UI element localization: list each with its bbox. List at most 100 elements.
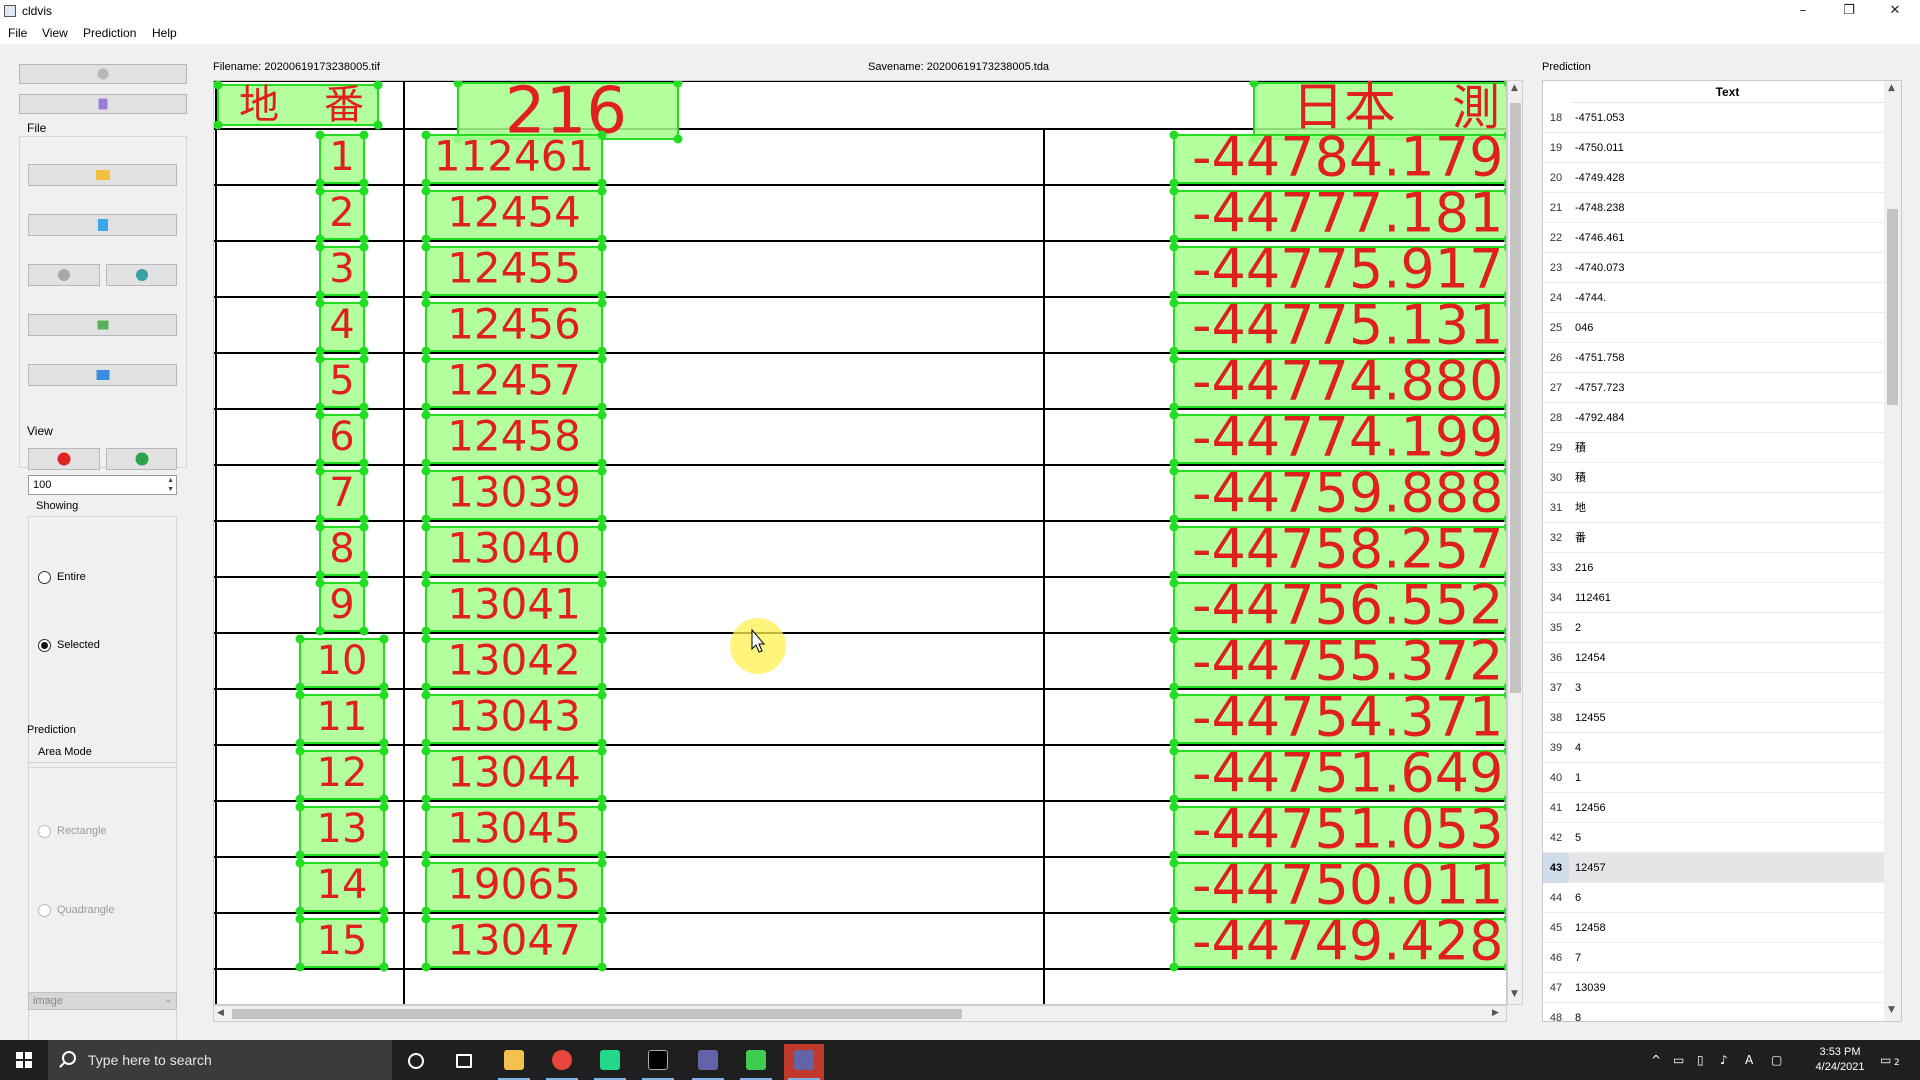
row-text[interactable]: 12458 xyxy=(1575,913,1606,943)
prediction-row[interactable]: 21 -4748.238 xyxy=(1543,193,1884,223)
scroll-up-icon[interactable]: ▲ xyxy=(1888,83,1895,93)
prediction-row[interactable]: 22 -4746.461 xyxy=(1543,223,1884,253)
save-button[interactable] xyxy=(28,364,177,386)
row-index[interactable]: 26 xyxy=(1543,343,1569,373)
task-view-icon[interactable] xyxy=(444,1044,484,1080)
zoom-out-button[interactable] xyxy=(28,448,100,470)
ime-indicator[interactable]: A xyxy=(1745,1053,1753,1067)
delete-button[interactable] xyxy=(19,94,187,114)
row-index[interactable]: 30 xyxy=(1543,463,1569,493)
row-text[interactable]: 7 xyxy=(1575,943,1581,973)
scroll-up-icon[interactable]: ▲ xyxy=(1511,83,1518,93)
radio-quadrangle[interactable] xyxy=(38,904,51,917)
canvas-horizontal-thumb[interactable] xyxy=(232,1009,962,1019)
scanned-document[interactable]: 地番 216 日本 測1 112461 -44784.1792 12454 -44777.18… xyxy=(214,81,1507,1005)
prediction-row[interactable]: 32 番 xyxy=(1543,523,1884,553)
prediction-row[interactable]: 26 -4751.758 xyxy=(1543,343,1884,373)
file-explorer-icon[interactable] xyxy=(494,1044,534,1080)
open-image-button[interactable] xyxy=(28,314,177,336)
row-index[interactable]: 45 xyxy=(1543,913,1569,943)
row-text[interactable]: 5 xyxy=(1575,823,1581,853)
prediction-row[interactable]: 27 -4757.723 xyxy=(1543,373,1884,403)
network-icon[interactable]: ▭ xyxy=(1673,1053,1684,1067)
canvas-horizontal-scrollbar[interactable]: ◀ ▶ xyxy=(213,1005,1507,1022)
prediction-row[interactable]: 37 3 xyxy=(1543,673,1884,703)
row-text[interactable]: 積 xyxy=(1575,433,1586,463)
row-text[interactable]: 番 xyxy=(1575,523,1586,553)
run-button[interactable] xyxy=(19,64,187,84)
row-text[interactable]: 216 xyxy=(1575,553,1593,583)
prediction-row[interactable]: 47 13039 xyxy=(1543,973,1884,1003)
row-index[interactable]: 47 xyxy=(1543,973,1569,1003)
row-index[interactable]: 24 xyxy=(1543,283,1569,313)
row-text[interactable]: 046 xyxy=(1575,313,1593,343)
row-text[interactable]: -4751.758 xyxy=(1575,343,1625,373)
cortana-icon[interactable] xyxy=(396,1044,436,1080)
row-index[interactable]: 38 xyxy=(1543,703,1569,733)
teams-icon[interactable] xyxy=(688,1044,728,1080)
clock[interactable]: 3:53 PM 4/24/2021 xyxy=(1810,1045,1870,1075)
zoom-spinbox[interactable]: 100 ▲ ▼ xyxy=(28,475,177,495)
menu-view[interactable]: View xyxy=(42,26,68,40)
menu-prediction[interactable]: Prediction xyxy=(83,26,136,40)
prediction-row[interactable]: 20 -4749.428 xyxy=(1543,163,1884,193)
prediction-row[interactable]: 48 8 xyxy=(1543,1003,1884,1021)
source-select[interactable]: image ⌄ xyxy=(28,992,177,1010)
row-index[interactable]: 29 xyxy=(1543,433,1569,463)
row-index[interactable]: 20 xyxy=(1543,163,1569,193)
prediction-table[interactable]: Text 18 -4751.053 19 -4750.011 20 -4749.428 21… xyxy=(1542,80,1902,1022)
input-icon[interactable]: ▢ xyxy=(1771,1053,1782,1067)
prediction-row[interactable]: 24 -4744. xyxy=(1543,283,1884,313)
row-text[interactable]: 12455 xyxy=(1575,703,1606,733)
prediction-row[interactable]: 41 12456 xyxy=(1543,793,1884,823)
row-text[interactable]: 12457 xyxy=(1575,853,1606,883)
taskbar-search-box[interactable]: Type here to search xyxy=(48,1040,392,1080)
row-index[interactable]: 42 xyxy=(1543,823,1569,853)
row-index[interactable]: 41 xyxy=(1543,793,1569,823)
row-index[interactable]: 36 xyxy=(1543,643,1569,673)
radio-rectangle-label[interactable]: Rectangle xyxy=(57,825,107,837)
prediction-row[interactable]: 30 積 xyxy=(1543,463,1884,493)
row-text[interactable]: 積 xyxy=(1575,463,1586,493)
prediction-row[interactable]: 29 積 xyxy=(1543,433,1884,463)
row-text[interactable]: 6 xyxy=(1575,883,1581,913)
row-index[interactable]: 33 xyxy=(1543,553,1569,583)
spin-arrows-icon[interactable]: ▲ ▼ xyxy=(167,476,174,494)
prediction-row[interactable]: 36 12454 xyxy=(1543,643,1884,673)
prediction-row[interactable]: 44 6 xyxy=(1543,883,1884,913)
maximize-button[interactable]: ❐ xyxy=(1826,0,1872,22)
row-index[interactable]: 22 xyxy=(1543,223,1569,253)
prediction-row[interactable]: 40 1 xyxy=(1543,763,1884,793)
open-folder-button[interactable] xyxy=(28,164,177,186)
row-text[interactable]: 4 xyxy=(1575,733,1581,763)
row-index[interactable]: 48 xyxy=(1543,1003,1569,1021)
row-text[interactable]: 3 xyxy=(1575,673,1581,703)
row-text[interactable]: -4746.461 xyxy=(1575,223,1625,253)
teams-meeting-icon[interactable] xyxy=(784,1044,824,1080)
row-index[interactable]: 27 xyxy=(1543,373,1569,403)
prediction-row[interactable]: 25 046 xyxy=(1543,313,1884,343)
zoom-in-button[interactable] xyxy=(106,448,177,470)
notifications-icon[interactable]: ▭ xyxy=(1880,1053,1891,1067)
row-index[interactable]: 40 xyxy=(1543,763,1569,793)
radio-quadrangle-label[interactable]: Quadrangle xyxy=(57,904,115,916)
row-index[interactable]: 43 xyxy=(1543,853,1569,883)
row-index[interactable]: 25 xyxy=(1543,313,1569,343)
text-column-header[interactable]: Text xyxy=(1571,81,1884,103)
row-index[interactable]: 37 xyxy=(1543,673,1569,703)
prediction-row[interactable]: 18 -4751.053 xyxy=(1543,103,1884,133)
row-index[interactable]: 31 xyxy=(1543,493,1569,523)
terminal-icon[interactable] xyxy=(638,1044,678,1080)
prediction-row[interactable]: 33 216 xyxy=(1543,553,1884,583)
row-text[interactable]: -4748.238 xyxy=(1575,193,1625,223)
prediction-row[interactable]: 38 12455 xyxy=(1543,703,1884,733)
prediction-row[interactable]: 31 地 xyxy=(1543,493,1884,523)
radio-entire-label[interactable]: Entire xyxy=(57,571,86,583)
row-text[interactable]: -4751.053 xyxy=(1575,103,1625,133)
canvas-vertical-scrollbar[interactable]: ▲ ▼ xyxy=(1507,80,1523,1005)
prediction-row[interactable]: 46 7 xyxy=(1543,943,1884,973)
prediction-scrollbar[interactable]: ▲ ▼ xyxy=(1884,81,1901,1021)
row-index[interactable]: 35 xyxy=(1543,613,1569,643)
row-text[interactable]: 8 xyxy=(1575,1003,1581,1021)
radio-selected[interactable] xyxy=(38,639,51,652)
